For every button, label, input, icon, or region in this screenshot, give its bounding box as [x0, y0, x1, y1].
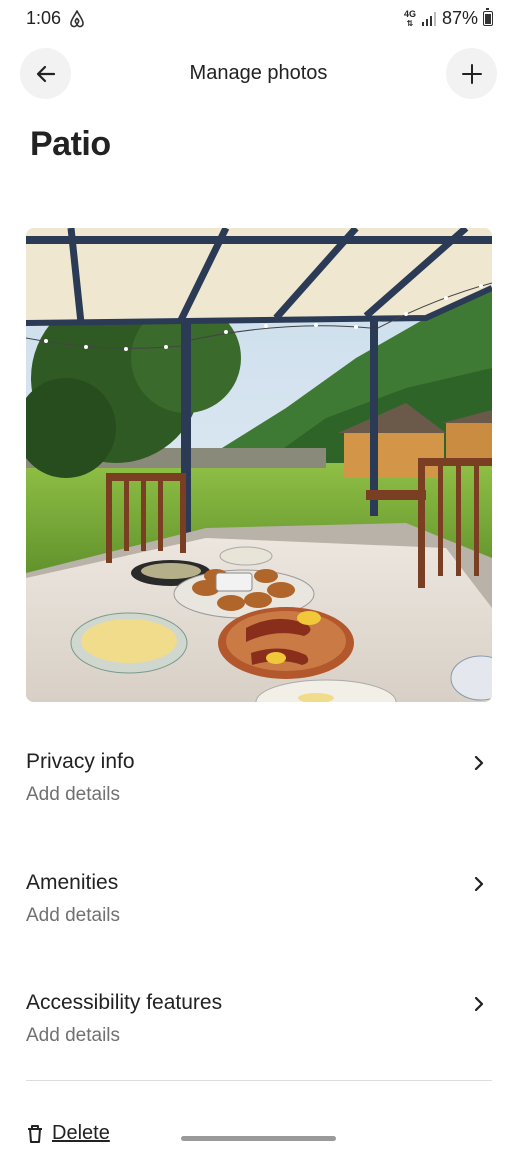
patio-photo-illustration	[26, 228, 492, 702]
accessibility-features-row[interactable]: Accessibility features Add details	[26, 991, 492, 1071]
accessibility-features-title: Accessibility features	[26, 991, 223, 1014]
status-indicators: 4G ⇅ 87%	[404, 8, 493, 29]
chevron-right-icon	[474, 876, 484, 892]
home-indicator[interactable]	[181, 1136, 336, 1141]
privacy-info-subtitle: Add details	[26, 784, 121, 805]
page-header-title: Manage photos	[189, 62, 328, 84]
delete-label: Delete	[52, 1122, 110, 1144]
privacy-info-row[interactable]: Privacy info Add details	[26, 750, 492, 830]
accessibility-features-subtitle: Add details	[26, 1025, 121, 1046]
chevron-right-icon	[474, 755, 484, 771]
chevron-right-icon	[474, 996, 484, 1012]
privacy-info-title: Privacy info	[26, 750, 135, 773]
network-type: 4G ⇅	[403, 8, 416, 28]
battery-icon	[483, 8, 493, 26]
trash-icon	[28, 1124, 42, 1143]
battery-percent: 87%	[441, 8, 478, 28]
status-time: 1:06	[26, 8, 62, 28]
section-divider	[26, 1080, 492, 1081]
room-title: Patio	[30, 125, 111, 163]
airbnb-logo-icon	[70, 10, 84, 28]
amenities-subtitle: Add details	[26, 905, 121, 926]
plus-icon	[461, 63, 482, 84]
amenities-row[interactable]: Amenities Add details	[26, 871, 492, 951]
add-photo-button[interactable]	[446, 48, 497, 99]
amenities-title: Amenities	[26, 871, 119, 894]
room-photo[interactable]	[26, 228, 492, 702]
signal-icon	[421, 11, 436, 26]
status-bar: 1:06 4G ⇅ 87%	[0, 0, 517, 40]
